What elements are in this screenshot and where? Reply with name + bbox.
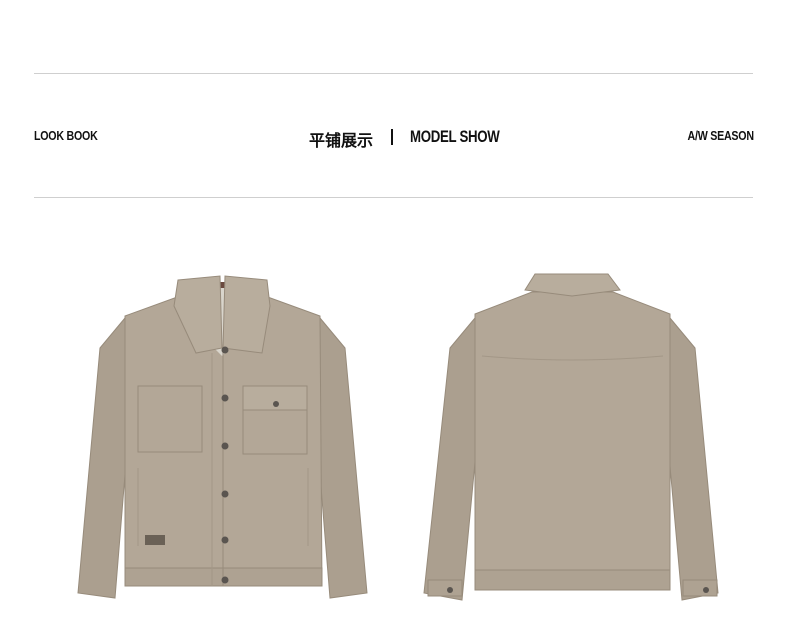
jacket-back-image bbox=[423, 273, 719, 601]
title-separator bbox=[391, 129, 393, 145]
section-title-cn: 平铺展示 bbox=[309, 131, 374, 150]
season-label: A/W SEASON bbox=[687, 128, 754, 143]
bottom-divider bbox=[34, 197, 753, 198]
top-divider bbox=[34, 73, 753, 74]
section-header: LOOK BOOK 平铺展示 MODEL SHOW A/W SEASON bbox=[0, 126, 790, 150]
lookbook-label: LOOK BOOK bbox=[34, 128, 98, 143]
jacket-front-image bbox=[77, 275, 368, 599]
section-title-en: MODEL SHOW bbox=[410, 127, 500, 146]
